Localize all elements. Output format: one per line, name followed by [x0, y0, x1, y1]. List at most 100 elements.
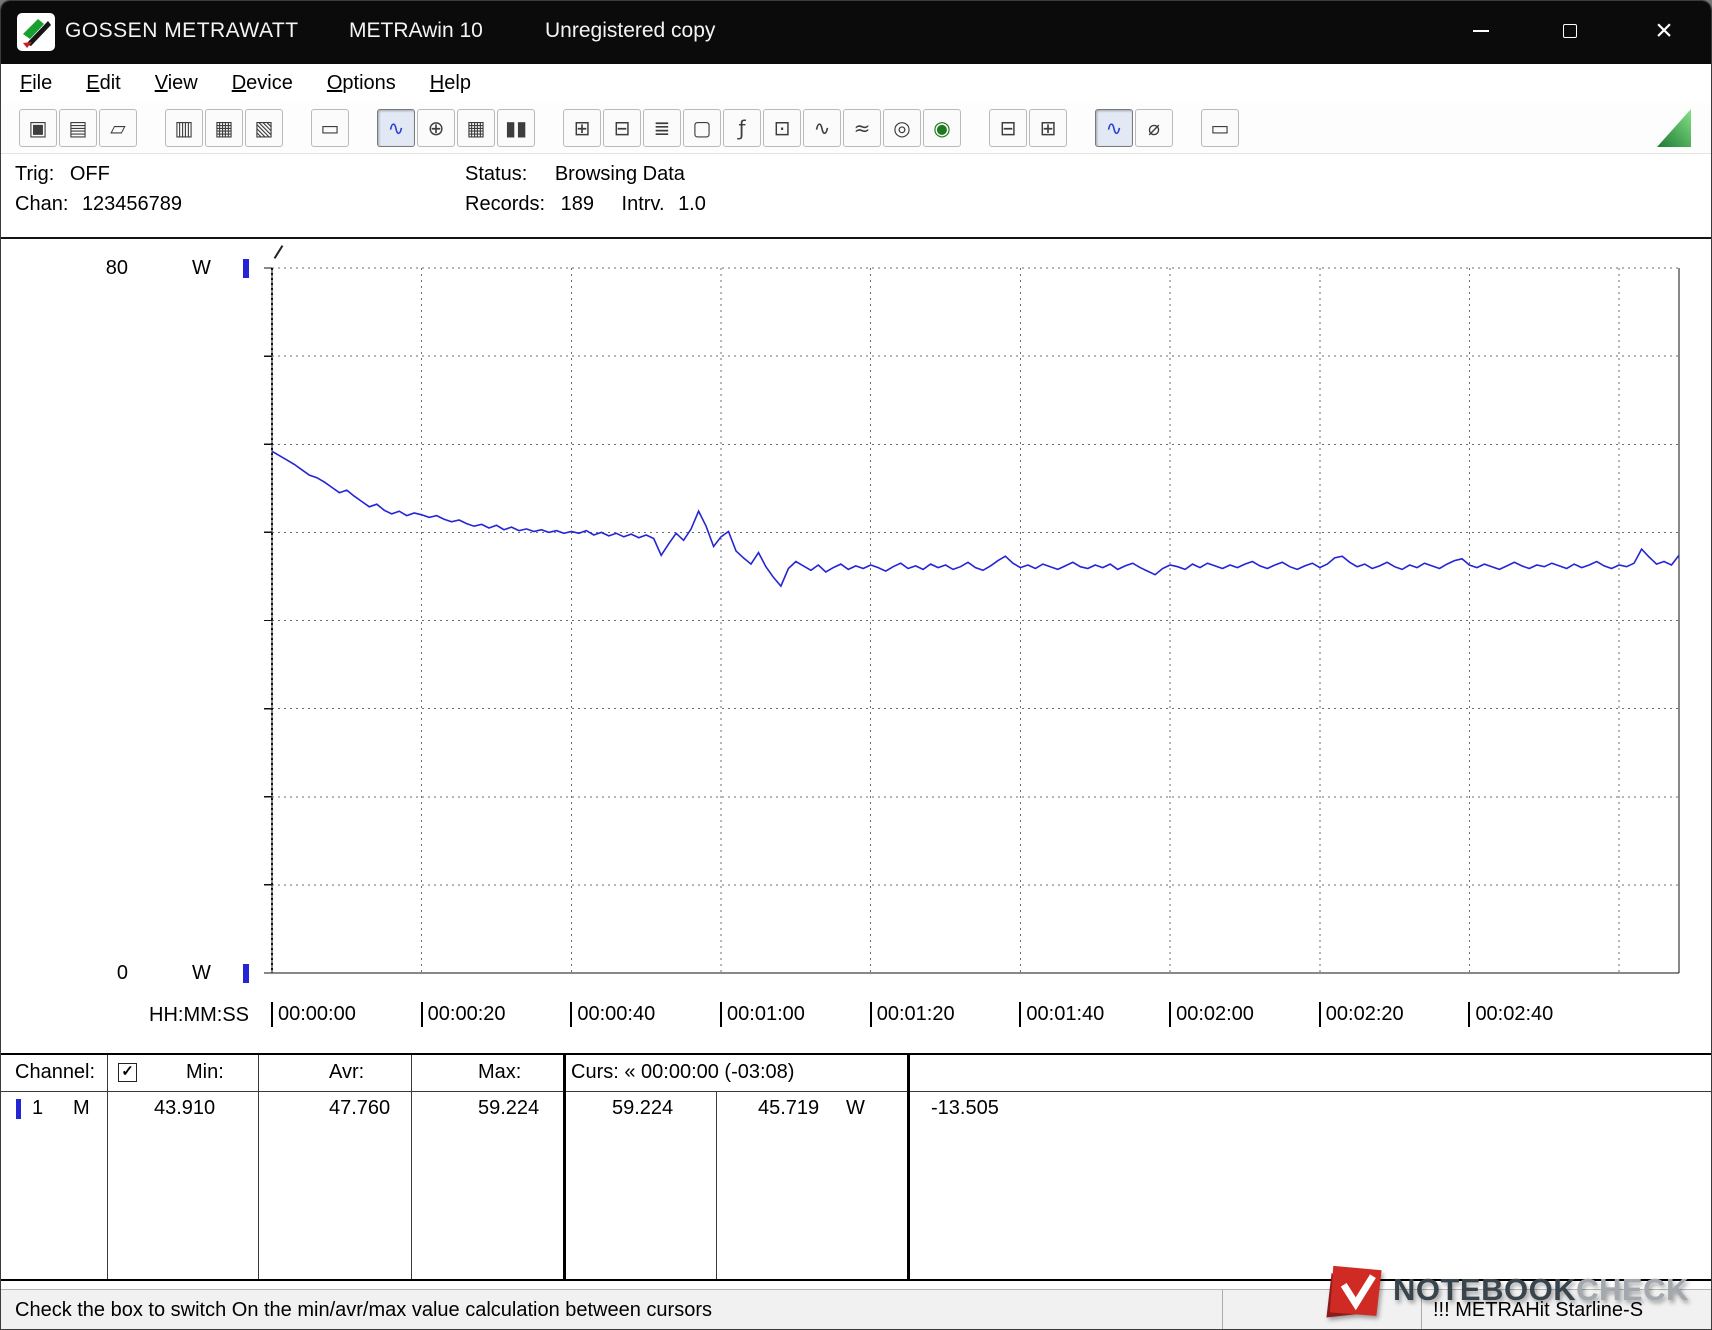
filter-button[interactable]: ≈: [843, 109, 881, 147]
cursor1-value: 59.224: [612, 1097, 674, 1119]
menu-view[interactable]: View: [138, 72, 215, 95]
zoom-curve-button[interactable]: ∿: [1095, 109, 1133, 147]
open-folder-icon: ▱: [110, 116, 126, 140]
save-button[interactable]: ▣: [19, 109, 57, 147]
minimize-icon: [1473, 30, 1489, 32]
magnifier-icon: ⌀: [1147, 116, 1161, 140]
channel-list-icon: ≣: [653, 116, 671, 140]
x-axis-name: HH:MM:SS: [149, 1004, 249, 1026]
close-button[interactable]: ×: [1640, 9, 1688, 53]
statusbar-hint: Check the box to switch On the min/avr/m…: [15, 1299, 712, 1321]
titlebar-app-name: METRAwin 10: [349, 19, 483, 42]
export-data-button[interactable]: ▧: [245, 109, 283, 147]
column-separator: [563, 1055, 566, 1279]
memory-card-icon: ▭: [320, 116, 340, 140]
table-icon: ▦: [466, 116, 486, 140]
trigger-button[interactable]: ∿: [803, 109, 841, 147]
x-tick-label: 00:01:20: [869, 1002, 955, 1027]
x-tick-label: 00:02:40: [1468, 1002, 1553, 1027]
print-button[interactable]: ⊞: [1029, 109, 1067, 147]
memory-card-button[interactable]: ▭: [311, 109, 349, 147]
menu-file[interactable]: File: [3, 72, 69, 95]
watermark-text-check: CHECK: [1576, 1272, 1689, 1307]
status-label: Status:: [465, 163, 528, 185]
formula-button[interactable]: ƒ: [723, 109, 761, 147]
scope-config-button[interactable]: ⊞: [563, 109, 601, 147]
max-value: 59.224: [478, 1097, 540, 1119]
x-tick-mark: [1318, 1002, 1321, 1027]
column-separator: [907, 1055, 910, 1279]
x-tick-label: 00:00:00: [271, 1002, 356, 1027]
save-data-button[interactable]: ▤: [59, 109, 97, 147]
channel-mode: M: [73, 1097, 90, 1119]
toolbar-separator: [963, 109, 989, 147]
avr-header: Avr:: [329, 1061, 365, 1083]
chan-label: Chan:: [15, 193, 69, 215]
toolbar-separator: [139, 109, 165, 147]
export-report-button[interactable]: ▥: [165, 109, 203, 147]
titlebar-license: Unregistered copy: [545, 19, 716, 42]
watermark-text-notebook: NOTEBOOK: [1393, 1272, 1577, 1307]
chan-value: 123456789: [81, 193, 183, 215]
channel-list-button[interactable]: ≣: [643, 109, 681, 147]
minmax-calc-checkbox[interactable]: ✓: [118, 1063, 137, 1082]
power-chart-plot[interactable]: [254, 248, 1710, 988]
minimize-button[interactable]: [1457, 9, 1505, 53]
status-panel: Trig: OFF Chan: 123456789 Status: Browsi…: [1, 154, 1711, 237]
table-view-button[interactable]: ▦: [457, 109, 495, 147]
cursor-delta-value: -13.505: [931, 1097, 999, 1119]
power-trace: [271, 450, 1680, 588]
timer-icon: ◉: [933, 116, 951, 140]
crosshair-icon: ⊕: [427, 116, 445, 140]
menu-edit[interactable]: Edit: [69, 72, 137, 95]
trig-label: Trig:: [15, 163, 55, 185]
maximize-button[interactable]: [1546, 9, 1594, 53]
column-separator: [258, 1055, 259, 1279]
cursor-unit: W: [846, 1097, 865, 1119]
intrv-label: Intrv.: [621, 193, 665, 215]
menu-help[interactable]: Help: [413, 72, 488, 95]
notebookcheck-watermark: NOTEBOOKCHECK: [1323, 1251, 1709, 1329]
device-config-icon: ⊟: [613, 116, 631, 140]
crosshair-view-button[interactable]: ⊕: [417, 109, 455, 147]
measurement-table: Channel: ✓ Min: Avr: Max: Curs: « 00:00:…: [1, 1053, 1711, 1281]
menu-device[interactable]: Device: [215, 72, 310, 95]
database-button[interactable]: ◎: [883, 109, 921, 147]
menu-options[interactable]: Options: [310, 72, 413, 95]
export-table-icon: ▦: [214, 116, 234, 140]
line-chart-view-button[interactable]: ∿: [377, 109, 415, 147]
scope-config-icon: ⊞: [573, 116, 591, 140]
x-tick-mark: [1019, 1002, 1022, 1027]
open-button[interactable]: ▱: [99, 109, 137, 147]
records-value: 189: [560, 193, 594, 215]
y-axis-unit-bottom: W: [192, 962, 211, 984]
column-separator: [716, 1091, 717, 1279]
y-axis-max-label: 80: [105, 257, 128, 279]
timer-button[interactable]: ◉: [923, 109, 961, 147]
save-icon: ▣: [28, 116, 48, 140]
channel-color-marker-bottom: [243, 964, 249, 983]
bar-graph-view-button[interactable]: ▮▮: [497, 109, 535, 147]
x-tick-mark: [1468, 1002, 1471, 1027]
database-icon: ◎: [893, 116, 911, 140]
annotation-button[interactable]: ▭: [1201, 109, 1239, 147]
cursor-header: Curs: « 00:00:00 (-03:08): [571, 1061, 795, 1083]
filter-icon: ≈: [853, 116, 871, 140]
toolbar-separator: [285, 109, 311, 147]
cursor2-value: 45.719: [758, 1097, 820, 1119]
channel-row-marker: [16, 1099, 21, 1119]
x-tick-label: 00:00:40: [570, 1002, 655, 1027]
toolbar-separator: [1069, 109, 1095, 147]
numeric-display-button[interactable]: ⊡: [763, 109, 801, 147]
zoom-button[interactable]: ⌀: [1135, 109, 1173, 147]
trigger-icon: ∿: [813, 116, 831, 140]
export-table-button[interactable]: ▦: [205, 109, 243, 147]
corner-resize-triangle-icon: [1657, 109, 1691, 147]
y-axis-unit-top: W: [192, 257, 211, 279]
print-preview-button[interactable]: ⊟: [989, 109, 1027, 147]
device-config-button[interactable]: ⊟: [603, 109, 641, 147]
monitor-button[interactable]: ▢: [683, 109, 721, 147]
formula-icon: ƒ: [738, 116, 746, 140]
min-header: Min:: [186, 1061, 224, 1083]
x-tick-mark: [420, 1002, 423, 1027]
